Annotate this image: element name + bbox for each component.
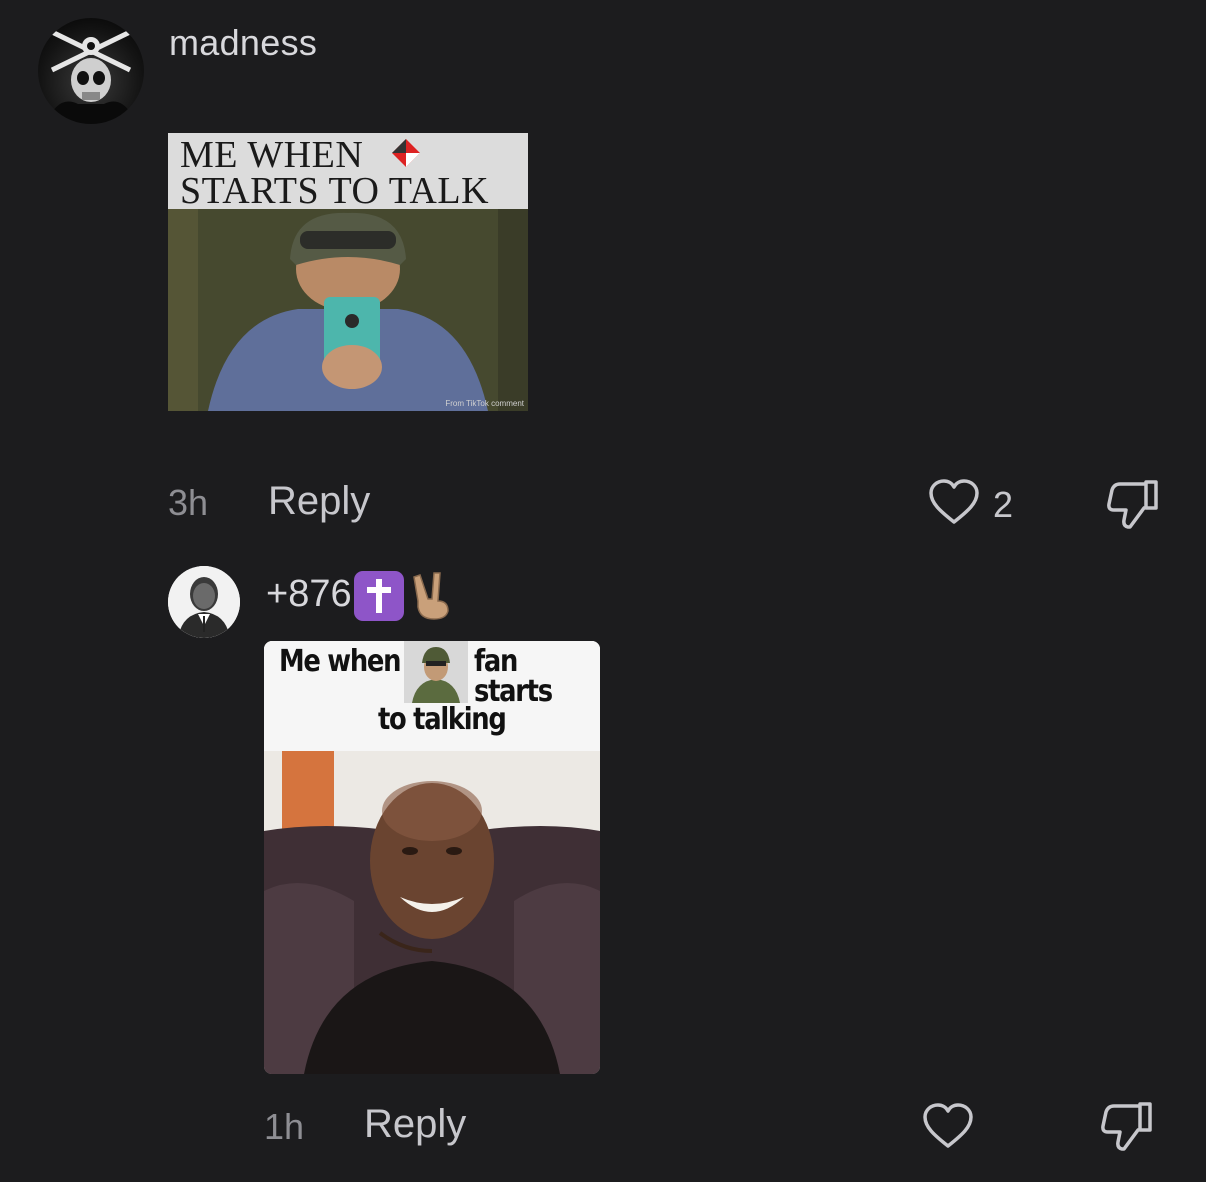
comment-timestamp: 1h [264,1106,305,1147]
meme-caption: Me when a fan starts to talking [264,641,600,751]
avatar[interactable] [38,18,144,124]
meme-image[interactable]: ME WHEN STARTS TO TALK From TikTok comme… [168,133,528,411]
thumbs-down-icon[interactable] [1100,1100,1154,1152]
meme-photo [168,209,528,411]
meme-caption-line: STARTS TO TALK [180,170,490,212]
thumbs-down-icon[interactable] [1106,478,1160,530]
latin-cross-emoji-icon [353,571,404,621]
meme-caption: ME WHEN STARTS TO TALK [168,133,528,212]
reply-button[interactable]: Reply [364,1102,466,1147]
comment-username[interactable]: +876 [266,573,352,615]
avatar[interactable] [168,566,240,638]
meme-image[interactable]: Me when a fan starts to talking [264,641,600,1074]
heart-outline-icon[interactable] [922,1102,974,1150]
reply-button[interactable]: Reply [268,479,370,524]
victory-hand-emoji-icon [410,571,454,621]
meme-photo [264,751,600,1074]
meme-caption-line: ME WHEN [180,134,364,176]
comment-username[interactable]: madness [169,22,317,64]
soldier-thumbnail [404,641,468,703]
meme-caption-line: Me when a [279,644,425,679]
meme-watermark: From TikTok comment [445,399,524,408]
comment-timestamp: 3h [168,482,209,523]
comment-username-row[interactable]: +876 [266,571,454,621]
diamond-emoji-icon [392,139,420,167]
meme-caption-line: to talking [378,702,507,737]
heart-outline-icon[interactable] [928,478,980,526]
like-count: 2 [993,484,1014,525]
meme-caption-line: fan starts [474,644,553,709]
